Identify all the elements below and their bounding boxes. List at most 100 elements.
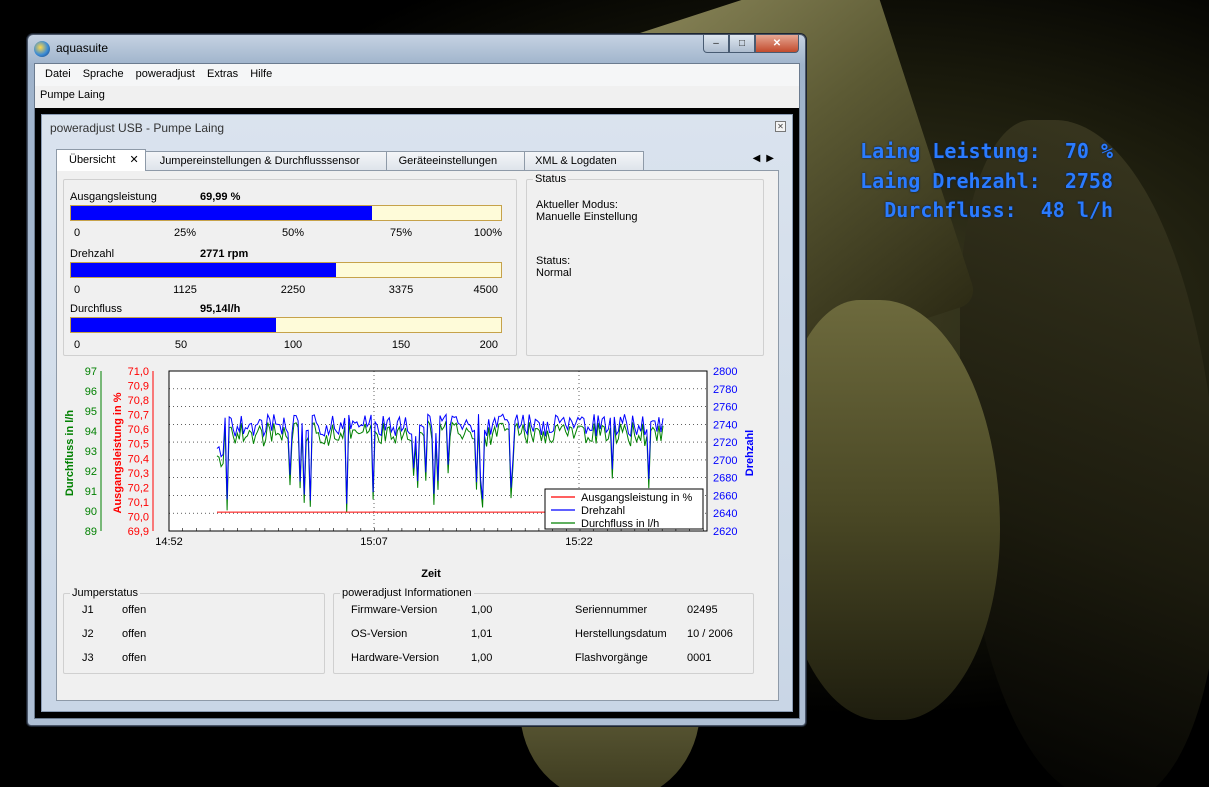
menu-datei[interactable]: Datei: [39, 64, 77, 86]
y-tick-ausgangsleistung: 70,6: [128, 424, 149, 436]
menu-hilfe[interactable]: Hilfe: [244, 64, 278, 86]
y-tick-durchfluss: 90: [85, 506, 97, 518]
scale-tick: 3375: [388, 284, 414, 296]
y-tick-ausgangsleistung: 70,1: [128, 497, 149, 509]
gauges-group: Ausgangsleistung 69,99 % 0 25% 50% 75% 1…: [63, 179, 517, 356]
overlay-label: Durchfluss:: [884, 198, 1017, 222]
jumper-name: J1: [82, 604, 94, 616]
history-chart: Durchfluss in l/h Ausgangsleistung in % …: [64, 366, 756, 580]
title-bar[interactable]: aquasuite – □ ✕: [28, 35, 805, 63]
scale-tick: 50: [174, 339, 188, 351]
mdi-area: poweradjust USB - Pumpe Laing ✕ Übersich…: [35, 108, 799, 718]
status-group: Status Aktueller Modus: Manuelle Einstel…: [526, 173, 764, 356]
overlay-row: Laing Drehzahl: 2758: [860, 167, 1113, 197]
gauge-value: 95,14l/h: [200, 303, 241, 315]
jumperstatus-group: Jumperstatus J1 offen J2 offen J3 offen: [63, 587, 325, 674]
info-key: Hardware-Version: [351, 652, 440, 664]
scale-tick: 100%: [473, 227, 502, 239]
tab-xml-logdaten[interactable]: XML & Logdaten: [524, 151, 644, 171]
close-button[interactable]: ✕: [755, 35, 799, 53]
legend-entry: Durchfluss in l/h: [581, 518, 659, 530]
info-group: poweradjust Informationen Firmware-Versi…: [333, 587, 754, 674]
child-window-title: poweradjust USB - Pumpe Laing: [50, 121, 225, 135]
mode-label: Aktueller Modus:: [536, 199, 618, 211]
tab-close-icon[interactable]: ✕: [129, 154, 138, 166]
gauge-bar: [70, 317, 502, 333]
y-tick-durchfluss: 91: [85, 486, 97, 498]
scale-tick: 75%: [389, 227, 413, 239]
status-value: Normal: [536, 267, 572, 279]
gauge-fill: [71, 263, 336, 277]
minimize-button[interactable]: –: [703, 35, 729, 53]
status-group-label: Status: [533, 173, 569, 185]
y-tick-durchfluss: 93: [85, 446, 97, 458]
y-tick-ausgangsleistung: 70,8: [128, 395, 149, 407]
gauge-fill: [71, 318, 276, 332]
y-tick-ausgangsleistung: 69,9: [128, 526, 149, 538]
caption-buttons: – □ ✕: [703, 35, 799, 53]
y-tick-drehzahl: 2620: [713, 526, 737, 538]
tab-jumpereinstellungen[interactable]: Jumpereinstellungen & Durchflusssensor: [144, 151, 387, 171]
y-tick-durchfluss: 95: [85, 406, 97, 418]
info-key: Firmware-Version: [351, 604, 438, 616]
y-tick-durchfluss: 94: [85, 426, 97, 438]
tab-geraeteeinstellungen[interactable]: Geräteeinstellungen: [385, 151, 526, 171]
overlay-row: Durchfluss: 48 l/h: [860, 196, 1113, 226]
x-tick-label: 14:52: [155, 536, 183, 548]
gauge-label: Ausgangsleistung: [70, 191, 157, 203]
maximize-icon: □: [738, 38, 746, 49]
overlay-value: 2758: [1064, 168, 1113, 193]
info-key: Flashvorgänge: [575, 652, 648, 664]
desktop-sensor-overlay: Laing Leistung: 70 % Laing Drehzahl: 275…: [860, 137, 1113, 226]
close-icon: ✕: [777, 122, 784, 131]
info-value: 02495: [687, 604, 718, 616]
menu-extras[interactable]: Extras: [201, 64, 244, 86]
y-tick-ausgangsleistung: 70,7: [128, 410, 149, 422]
aquasuite-window: aquasuite – □ ✕ Datei Sprache poweradjus…: [27, 34, 806, 726]
overlay-value: 48 l/h: [1040, 198, 1113, 222]
y-tick-drehzahl: 2640: [713, 508, 737, 520]
y-tick-drehzahl: 2680: [713, 473, 737, 485]
legend-entry: Drehzahl: [581, 505, 625, 517]
jumper-state: offen: [122, 604, 147, 616]
window-client-area: Datei Sprache poweradjust Extras Hilfe P…: [34, 63, 800, 719]
gauge-value: 2771 rpm: [200, 248, 249, 260]
scale-tick: 150: [391, 339, 411, 351]
y-tick-ausgangsleistung: 70,2: [128, 482, 149, 494]
axis-label-zeit: Zeit: [421, 568, 441, 580]
gauge-value: 69,99 %: [200, 191, 241, 203]
info-value: 0001: [687, 652, 712, 664]
gauge-label: Drehzahl: [70, 248, 115, 260]
aquasuite-app-icon[interactable]: [34, 41, 50, 57]
y-tick-drehzahl: 2700: [713, 455, 737, 467]
info-key: Herstellungsdatum: [575, 628, 667, 640]
menu-bar: Datei Sprache poweradjust Extras Hilfe: [35, 64, 799, 86]
info-value: 10 / 2006: [687, 628, 733, 640]
scale-tick: 100: [283, 339, 303, 351]
y-tick-drehzahl: 2760: [713, 402, 737, 414]
maximize-button[interactable]: □: [729, 35, 755, 53]
child-close-button[interactable]: ✕: [775, 121, 786, 132]
tab-uebersicht[interactable]: Übersicht ✕: [56, 149, 146, 171]
status-label: Status:: [536, 255, 571, 267]
scale-tick: 0: [74, 339, 81, 351]
scale-tick: 4500: [473, 284, 498, 296]
y-tick-ausgangsleistung: 70,9: [128, 381, 149, 393]
info-key: OS-Version: [351, 628, 408, 640]
y-tick-ausgangsleistung: 70,3: [128, 468, 149, 480]
legend-entry: Ausgangsleistung in %: [581, 492, 693, 504]
menu-poweradjust[interactable]: poweradjust: [130, 64, 201, 86]
scale-tick: 50%: [281, 227, 305, 239]
tab-scroll-arrows[interactable]: ◀▶: [753, 153, 780, 164]
y-tick-ausgangsleistung: 70,0: [128, 511, 149, 523]
window-title: aquasuite: [56, 41, 109, 55]
y-tick-ausgangsleistung: 70,4: [128, 453, 149, 465]
jumper-name: J2: [82, 628, 94, 640]
gauge-label: Durchfluss: [70, 303, 122, 315]
y-tick-drehzahl: 2660: [713, 490, 737, 502]
menu-sprache[interactable]: Sprache: [77, 64, 130, 86]
jumper-state: offen: [122, 652, 147, 664]
gauge-bar: [70, 262, 502, 278]
info-group-label: poweradjust Informationen: [340, 587, 474, 599]
gauge-scale: 0 50 100 150 200: [70, 339, 502, 351]
